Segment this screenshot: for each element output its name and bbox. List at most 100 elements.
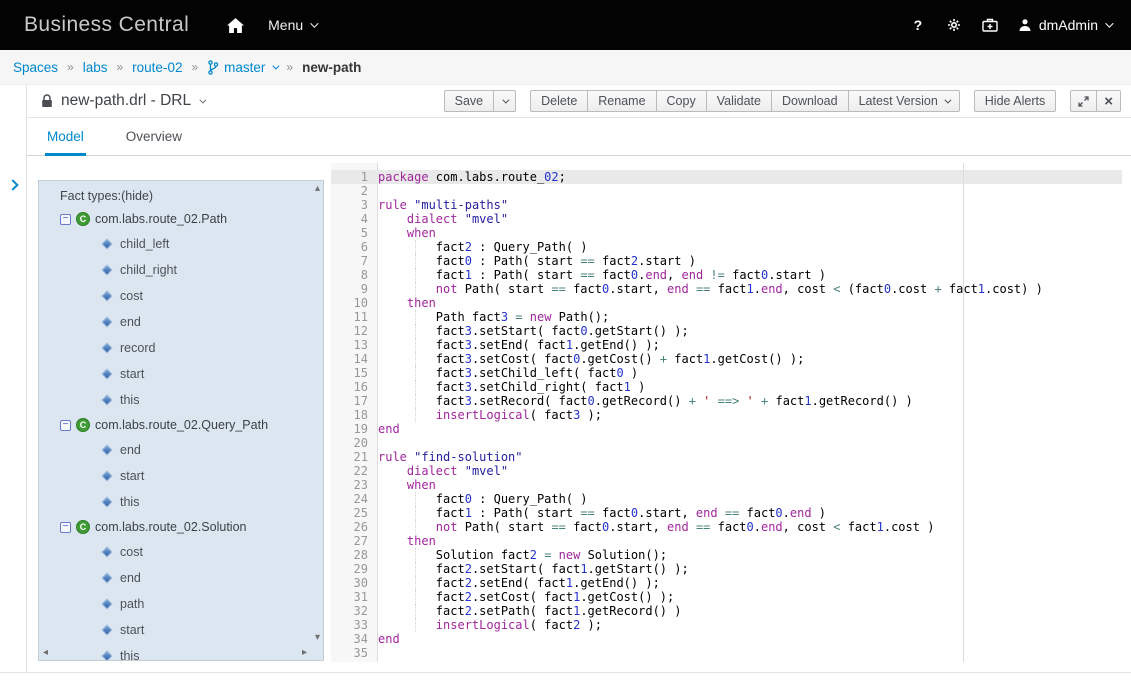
code-line[interactable]: 3rule "multi-paths" (331, 198, 1122, 212)
code-line[interactable]: 21rule "find-solution" (331, 450, 1122, 464)
code-line[interactable]: 18 insertLogical( fact3 ); (331, 408, 1122, 422)
tree-field-row[interactable]: cost (39, 539, 323, 565)
asset-title-dropdown[interactable]: new-path.drl - DRL (41, 92, 204, 110)
tree-field-row[interactable]: child_right (39, 257, 323, 283)
code-line[interactable]: 33 insertLogical( fact2 ); (331, 618, 1122, 632)
menu-dropdown[interactable]: Menu (256, 0, 328, 50)
collapse-toggle-icon[interactable] (60, 522, 71, 533)
tree-field-row[interactable]: end (39, 309, 323, 335)
download-button[interactable]: Download (771, 90, 849, 112)
tree-field-row[interactable]: this (39, 387, 323, 413)
breadcrumb-space-name[interactable]: labs (83, 60, 108, 75)
scroll-right-icon[interactable] (302, 648, 307, 658)
tree-field-row[interactable]: end (39, 565, 323, 591)
settings-button[interactable] (936, 0, 972, 50)
code-line-text: fact2.setCost( fact1.getCost() ); (378, 590, 1122, 604)
tree-field-row[interactable]: this (39, 489, 323, 515)
tree-class-row[interactable]: com.labs.route_02.Path (39, 207, 323, 231)
tab-overview[interactable]: Overview (124, 129, 184, 155)
code-line[interactable]: 23 when (331, 478, 1122, 492)
code-line[interactable]: 6 fact2 : Query_Path( ) (331, 240, 1122, 254)
drl-source-editor[interactable]: 1package com.labs.route_02;23rule "multi… (331, 163, 1122, 662)
tree-field-row[interactable]: record (39, 335, 323, 361)
scroll-down-icon[interactable] (315, 633, 320, 643)
code-line[interactable]: 17 fact3.setRecord( fact0.getRecord() + … (331, 394, 1122, 408)
code-line[interactable]: 14 fact3.setCost( fact0.getCost() + fact… (331, 352, 1122, 366)
panel-expand-icon[interactable] (7, 179, 18, 190)
save-button-group: Save (444, 90, 517, 112)
code-line[interactable]: 4 dialect "mvel" (331, 212, 1122, 226)
code-line[interactable]: 35 (331, 646, 1122, 660)
scroll-up-icon[interactable] (315, 184, 320, 194)
close-editor-button[interactable]: × (1096, 90, 1121, 112)
rename-button[interactable]: Rename (587, 90, 656, 112)
code-line[interactable]: 32 fact2.setPath( fact1.getRecord() ) (331, 604, 1122, 618)
scroll-left-icon[interactable] (43, 648, 48, 658)
field-icon (101, 444, 112, 455)
code-line[interactable]: 31 fact2.setCost( fact1.getCost() ); (331, 590, 1122, 604)
code-line[interactable]: 25 fact1 : Path( start == fact0.start, e… (331, 506, 1122, 520)
line-number: 12 (331, 324, 378, 338)
code-line[interactable]: 29 fact2.setStart( fact1.getStart() ); (331, 562, 1122, 576)
tree-field-row[interactable]: cost (39, 283, 323, 309)
line-number: 24 (331, 492, 378, 506)
knowledge-store-button[interactable] (972, 0, 1008, 50)
code-line-text: then (378, 296, 1122, 310)
code-line[interactable]: 8 fact1 : Path( start == fact0.end, end … (331, 268, 1122, 282)
field-icon (101, 238, 112, 249)
code-line[interactable]: 10 then (331, 296, 1122, 310)
app-logo[interactable]: Business Central (24, 13, 189, 37)
tree-field-row[interactable]: start (39, 463, 323, 489)
code-line[interactable]: 2 (331, 184, 1122, 198)
code-line[interactable]: 24 fact0 : Query_Path( ) (331, 492, 1122, 506)
save-options-button[interactable] (493, 90, 516, 112)
save-button[interactable]: Save (444, 90, 495, 112)
code-line-text (378, 646, 1122, 660)
tree-class-row[interactable]: com.labs.route_02.Query_Path (39, 413, 323, 437)
validate-button[interactable]: Validate (706, 90, 772, 112)
tab-model[interactable]: Model (45, 129, 86, 155)
tree-field-row[interactable]: start (39, 617, 323, 643)
code-line[interactable]: 13 fact3.setEnd( fact1.getEnd() ); (331, 338, 1122, 352)
breadcrumb-project[interactable]: route-02 (132, 60, 182, 75)
tree-field-row[interactable]: end (39, 437, 323, 463)
fact-field-name: this (120, 393, 139, 407)
code-line[interactable]: 9 not Path( start == fact0.start, end ==… (331, 282, 1122, 296)
code-line[interactable]: 34end (331, 632, 1122, 646)
collapse-toggle-icon[interactable] (60, 420, 71, 431)
user-menu[interactable]: dmAdmin (1008, 0, 1117, 50)
hide-alerts-button[interactable]: Hide Alerts (974, 90, 1056, 112)
tree-field-row[interactable]: start (39, 361, 323, 387)
code-line[interactable]: 15 fact3.setChild_left( fact0 ) (331, 366, 1122, 380)
copy-button[interactable]: Copy (656, 90, 707, 112)
fullscreen-button[interactable] (1070, 90, 1097, 112)
tree-class-row[interactable]: com.labs.route_02.Solution (39, 515, 323, 539)
code-line[interactable]: 19end (331, 422, 1122, 436)
breadcrumb-spaces[interactable]: Spaces (13, 60, 58, 75)
code-line[interactable]: 1package com.labs.route_02; (331, 170, 1122, 184)
branch-selector[interactable]: master (207, 60, 277, 75)
version-selector-button[interactable]: Latest Version (848, 90, 960, 112)
code-line[interactable]: 27 then (331, 534, 1122, 548)
code-line[interactable]: 20 (331, 436, 1122, 450)
code-line[interactable]: 28 Solution fact2 = new Solution(); (331, 548, 1122, 562)
code-line[interactable]: 26 not Path( start == fact0.start, end =… (331, 520, 1122, 534)
delete-button[interactable]: Delete (530, 90, 588, 112)
line-number: 23 (331, 478, 378, 492)
code-line[interactable]: 16 fact3.setChild_right( fact1 ) (331, 380, 1122, 394)
code-line[interactable]: 30 fact2.setEnd( fact1.getEnd() ); (331, 576, 1122, 590)
code-line[interactable]: 7 fact0 : Path( start == fact2.start ) (331, 254, 1122, 268)
code-line[interactable]: 11 Path fact3 = new Path(); (331, 310, 1122, 324)
user-icon (1018, 18, 1032, 32)
code-line[interactable]: 22 dialect "mvel" (331, 464, 1122, 478)
home-button[interactable] (215, 0, 256, 50)
code-line[interactable]: 5 when (331, 226, 1122, 240)
fact-types-hide-link[interactable]: (hide) (121, 189, 153, 203)
code-line-text: rule "find-solution" (378, 450, 1122, 464)
collapse-toggle-icon[interactable] (60, 214, 71, 225)
tree-field-row[interactable]: path (39, 591, 323, 617)
tree-field-row[interactable]: child_left (39, 231, 323, 257)
tree-field-row[interactable]: this (39, 643, 323, 661)
code-line[interactable]: 12 fact3.setStart( fact0.getStart() ); (331, 324, 1122, 338)
help-button[interactable]: ? (900, 0, 936, 50)
